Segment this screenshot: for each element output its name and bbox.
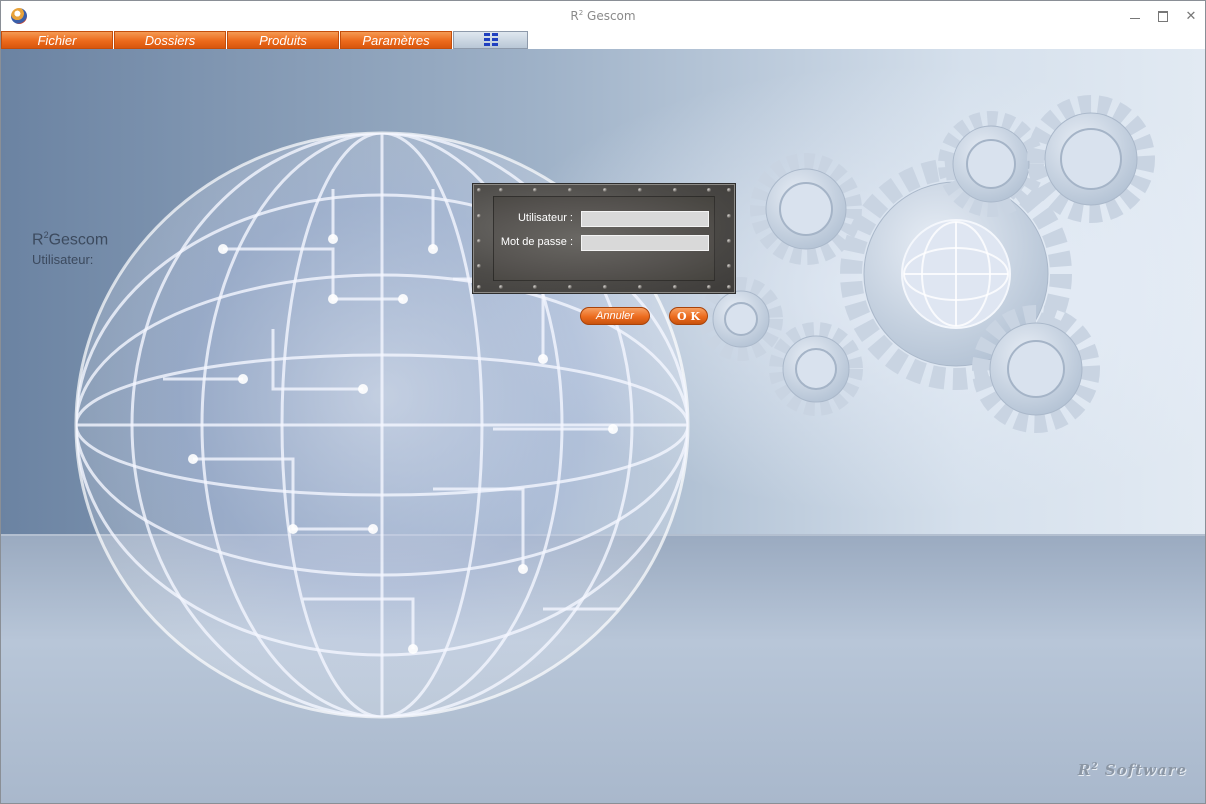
menu-produits[interactable]: Produits xyxy=(227,31,339,49)
rivet-icon xyxy=(477,214,481,218)
rivet-icon xyxy=(568,188,572,192)
cancel-button[interactable]: Annuler xyxy=(580,307,650,325)
brand-logo: R2 Software xyxy=(1077,761,1187,779)
menu-fichier[interactable]: Fichier xyxy=(1,31,113,49)
maximize-icon xyxy=(1158,10,1168,22)
rivet-icon xyxy=(638,188,642,192)
menu-windows-button[interactable] xyxy=(453,31,528,49)
password-label: Mot de passe : xyxy=(500,236,573,248)
rivet-icon xyxy=(727,214,731,218)
rivet-icon xyxy=(499,285,503,289)
close-button[interactable]: ✕ xyxy=(1177,1,1205,31)
rivet-icon xyxy=(707,188,711,192)
password-input[interactable] xyxy=(581,235,709,251)
rivet-icon xyxy=(638,285,642,289)
rivet-icon xyxy=(727,239,731,243)
menu-dossiers[interactable]: Dossiers xyxy=(114,31,226,49)
app-window: R2 Gescom ✕ Fichier Dossiers Produits Pa… xyxy=(0,0,1206,804)
username-label: Utilisateur : xyxy=(517,212,573,224)
rivet-icon xyxy=(499,188,503,192)
maximize-button[interactable] xyxy=(1149,1,1177,31)
gears-image xyxy=(699,95,1155,433)
ok-button[interactable]: O K xyxy=(669,307,708,325)
rivet-icon xyxy=(727,264,731,268)
window-controls: ✕ xyxy=(1121,1,1205,31)
minimize-button[interactable] xyxy=(1121,1,1149,31)
rivet-icon xyxy=(603,285,607,289)
rivet-icon xyxy=(533,285,537,289)
window-title: R2 Gescom xyxy=(570,9,636,23)
menu-bar: Fichier Dossiers Produits Paramètres xyxy=(1,31,528,49)
rivet-icon xyxy=(477,239,481,243)
rivet-icon xyxy=(477,188,481,192)
grid-icon xyxy=(483,33,498,47)
rivet-icon xyxy=(727,188,731,192)
rivet-icon xyxy=(477,264,481,268)
app-logo-icon xyxy=(11,8,27,24)
rivet-icon xyxy=(533,188,537,192)
rivet-icon xyxy=(727,285,731,289)
side-info: R2Gescom Utilisateur: xyxy=(32,230,108,267)
username-input[interactable] xyxy=(581,211,709,227)
app-name-label: R2Gescom xyxy=(32,230,109,249)
rivet-icon xyxy=(673,285,677,289)
current-user-label: Utilisateur: xyxy=(32,252,94,268)
close-icon: ✕ xyxy=(1185,8,1197,23)
login-dialog: Utilisateur : Mot de passe : xyxy=(472,183,736,294)
rivet-icon xyxy=(568,285,572,289)
rivet-icon xyxy=(673,188,677,192)
rivet-icon xyxy=(477,285,481,289)
main-area: R2Gescom Utilisateur: R2 Software xyxy=(1,49,1205,803)
rivet-icon xyxy=(603,188,607,192)
title-bar: R2 Gescom ✕ xyxy=(1,1,1205,31)
rivet-icon xyxy=(707,285,711,289)
menu-parametres[interactable]: Paramètres xyxy=(340,31,452,49)
minimize-icon xyxy=(1130,17,1140,19)
